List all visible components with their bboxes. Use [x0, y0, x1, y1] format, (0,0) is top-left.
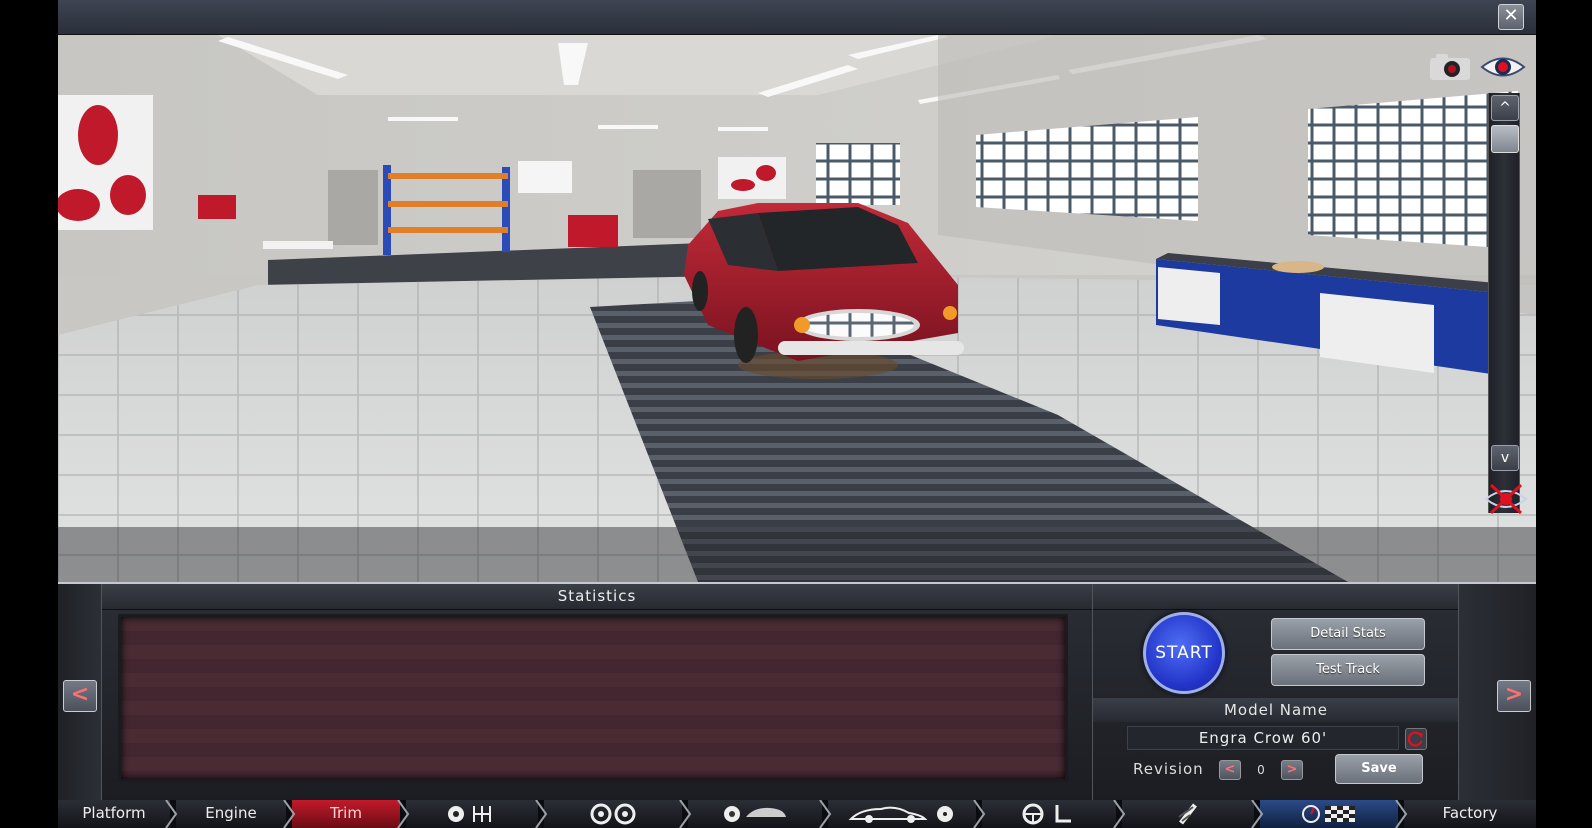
- garage-3d-view[interactable]: ^ v: [58, 35, 1536, 582]
- save-button[interactable]: Save: [1335, 754, 1423, 784]
- tab-suspension[interactable]: [1122, 800, 1254, 828]
- tab-aero[interactable]: [828, 800, 976, 828]
- left-column: <: [58, 584, 102, 800]
- tab-brakes-body[interactable]: [688, 800, 822, 828]
- tab-label: Trim: [330, 804, 362, 822]
- model-name-input[interactable]: [1127, 726, 1399, 750]
- chevron-right-icon: [973, 800, 986, 828]
- interior-icon: [1022, 803, 1071, 824]
- garage-scene: [58, 35, 1536, 582]
- aero-icon: [848, 805, 953, 823]
- revision-prev-button[interactable]: <: [1219, 760, 1241, 780]
- camera-icon[interactable]: [1428, 52, 1472, 82]
- tab-engine[interactable]: Engine: [176, 800, 286, 828]
- hide-view-icon[interactable]: [1483, 481, 1529, 517]
- tab-platform[interactable]: Platform: [58, 800, 170, 828]
- scroll-down-button[interactable]: v: [1491, 445, 1519, 471]
- camera-zoom-scrollbar[interactable]: ^ v: [1488, 93, 1520, 513]
- tab-testing[interactable]: [1260, 800, 1398, 828]
- right-column: >: [1458, 584, 1536, 800]
- revision-label: Revision: [1133, 760, 1204, 778]
- statistics-title: Statistics: [102, 584, 1092, 610]
- scroll-thumb[interactable]: [1491, 125, 1519, 153]
- wheels-icon: [590, 803, 636, 824]
- gearbox-icon: [448, 805, 491, 822]
- chevron-right-icon: [165, 800, 178, 828]
- tab-gearbox[interactable]: [406, 800, 538, 828]
- game-window: ✕ ^ v < Statistics START Detail Stats Te…: [58, 0, 1536, 828]
- testing-icon: [1302, 804, 1355, 823]
- detail-stats-button[interactable]: Detail Stats: [1271, 618, 1425, 650]
- revision-next-button[interactable]: >: [1281, 760, 1303, 780]
- tab-label: Platform: [82, 804, 146, 822]
- brakes-icon: [724, 805, 786, 822]
- revision-value: 0: [1257, 763, 1265, 777]
- next-page-button[interactable]: >: [1497, 680, 1531, 712]
- tab-label: Factory: [1442, 804, 1498, 822]
- chevron-right-icon: [679, 800, 692, 828]
- previous-page-button[interactable]: <: [63, 680, 97, 712]
- statistics-box: [118, 614, 1068, 782]
- chevron-right-icon: [535, 800, 548, 828]
- chevron-right-icon: [819, 800, 832, 828]
- viewport-shadow: [58, 527, 1536, 582]
- chevron-right-icon: [1113, 800, 1126, 828]
- tab-label: Engine: [205, 804, 257, 822]
- tab-factory[interactable]: Factory: [1404, 800, 1536, 828]
- tab-trim[interactable]: Trim: [292, 800, 400, 828]
- scroll-up-button[interactable]: ^: [1491, 95, 1519, 121]
- tab-interior[interactable]: [982, 800, 1116, 828]
- tab-wheels[interactable]: [544, 800, 682, 828]
- model-panel-header: [1093, 584, 1459, 610]
- chevron-right-icon: [397, 800, 410, 828]
- model-panel: START Detail Stats Test Track Model Name…: [1092, 584, 1459, 800]
- section-tab-bar: Platform Engine Trim Factory: [58, 800, 1536, 828]
- test-track-button[interactable]: Test Track: [1271, 654, 1425, 686]
- model-name-label: Model Name: [1093, 698, 1459, 722]
- eye-icon[interactable]: [1480, 52, 1526, 82]
- title-bar: ✕: [58, 0, 1536, 35]
- suspension-icon: [1178, 802, 1197, 825]
- close-button[interactable]: ✕: [1498, 4, 1524, 30]
- chevron-right-icon: [1395, 800, 1408, 828]
- chevron-right-icon: [1251, 800, 1264, 828]
- chevron-right-icon: [283, 800, 296, 828]
- refresh-icon[interactable]: [1405, 728, 1427, 750]
- start-button[interactable]: START: [1143, 612, 1225, 694]
- bottom-panel: < Statistics START Detail Stats Test Tra…: [58, 582, 1536, 800]
